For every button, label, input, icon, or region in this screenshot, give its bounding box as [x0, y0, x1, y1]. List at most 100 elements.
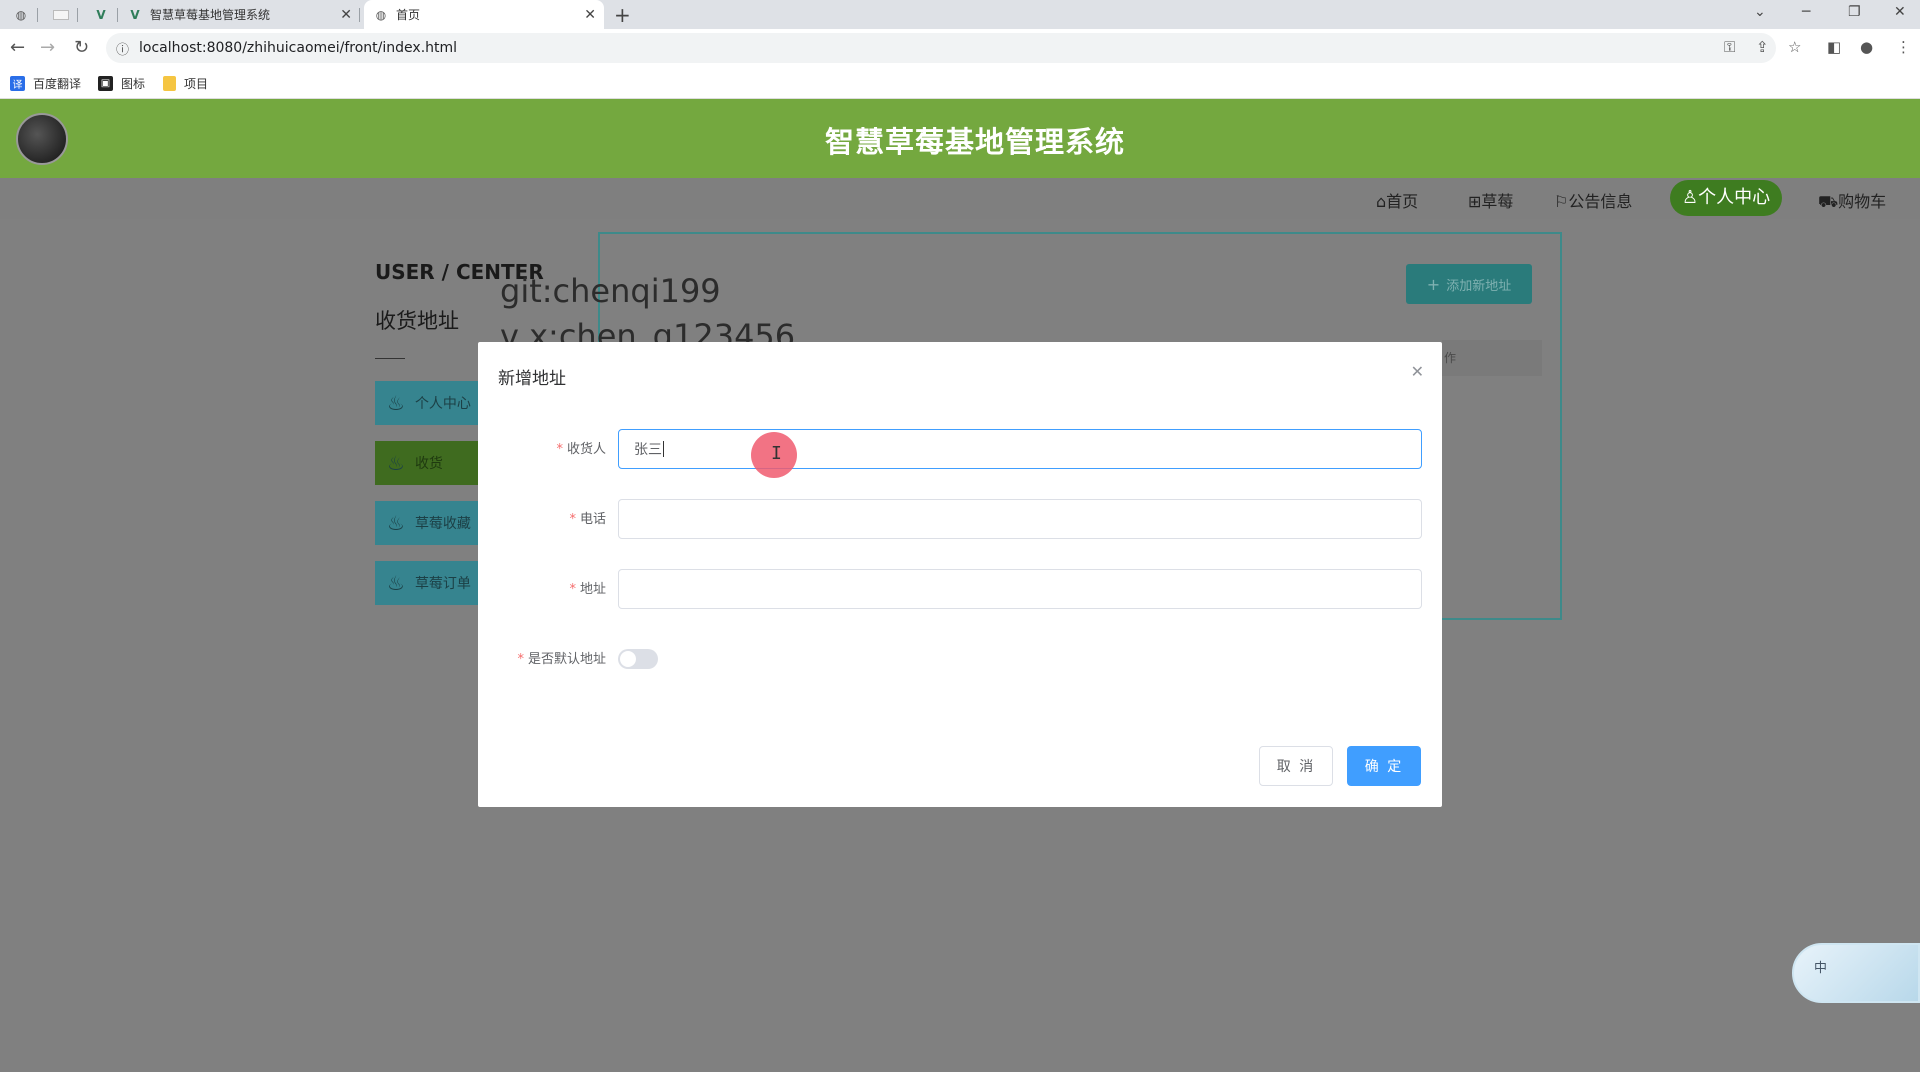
close-window-icon[interactable]: ✕ — [1894, 4, 1906, 20]
sidebar-label: 个人中心 — [414, 396, 471, 412]
pinned-tab[interactable] — [44, 0, 78, 29]
info-icon[interactable]: ⓘ — [116, 39, 129, 58]
sidebar-label: 收货 — [414, 456, 443, 472]
close-icon[interactable]: ✕ — [1411, 362, 1424, 381]
bookmark-label: 图标 — [121, 77, 146, 91]
browser-tab-active[interactable]: ◍ 首页 ✕ — [364, 0, 604, 29]
add-address-button[interactable]: + 添加新地址 — [1406, 264, 1532, 304]
pinned-tab[interactable]: V — [84, 0, 118, 29]
nav-strawberry[interactable]: ⊞草莓 — [1468, 188, 1513, 212]
consignee-input[interactable]: 张三 — [618, 429, 1422, 469]
site-title: 智慧草莓基地管理系统 — [824, 125, 1125, 159]
ime-label: 中 — [1814, 961, 1828, 976]
add-address-label: 添加新地址 — [1446, 278, 1512, 294]
address-label-text: 地址 — [579, 582, 606, 597]
flag-icon: ⚐ — [1554, 192, 1569, 211]
consignee-label-text: 收货人 — [566, 442, 606, 457]
tab-label: 首页 — [396, 8, 421, 22]
confirm-button[interactable]: 确 定 — [1347, 746, 1421, 786]
address-input[interactable] — [618, 569, 1422, 609]
required-mark: * — [517, 652, 524, 667]
bookmarks-bar: 译 百度翻译 ▣ 图标 项目 — [0, 67, 1920, 99]
text-cursor-icon: I — [771, 443, 782, 464]
bookmark-item[interactable]: 项目 — [163, 75, 208, 92]
bookmark-label: 项目 — [184, 77, 209, 91]
divider — [375, 358, 405, 359]
table-header-operation: 作 — [1442, 340, 1542, 376]
nav-user-center[interactable]: ♙个人中心 — [1670, 180, 1783, 216]
watermark-line: git:chenqi199 — [500, 272, 721, 310]
new-tab-icon[interactable]: + — [614, 3, 631, 27]
pinned-tab[interactable]: ◍ — [4, 0, 38, 29]
translate-icon: 译 — [10, 76, 25, 91]
globe-icon: ◍ — [375, 7, 387, 22]
profile-icon[interactable]: ● — [1860, 38, 1873, 56]
tab-label: 智慧草莓基地管理系统 — [150, 8, 271, 22]
site-nav: ⌂首页 ⊞草莓 ⚐公告信息 ♙个人中心 ⛟购物车 — [0, 178, 1920, 219]
url-text: localhost:8080/zhihuicaomei/front/index.… — [139, 40, 458, 56]
nav-cart[interactable]: ⛟购物车 — [1818, 188, 1886, 213]
reload-icon[interactable]: ↻ — [74, 37, 89, 58]
phone-label-text: 电话 — [579, 512, 606, 527]
nav-label: 个人中心 — [1698, 187, 1771, 208]
nav-notice[interactable]: ⚐公告信息 — [1554, 188, 1632, 212]
minimize-icon[interactable]: ─ — [1802, 4, 1810, 20]
dialog-title: 新增地址 — [498, 369, 566, 389]
phone-label: * 电话 — [569, 508, 606, 527]
tab-search-icon[interactable]: ⌄ — [1754, 4, 1766, 20]
address-bar: ← → ↻ ⓘ localhost:8080/zhihuicaomei/fron… — [0, 29, 1920, 67]
sidebar-label: 草莓收藏 — [414, 516, 471, 532]
plus-icon: + — [1426, 274, 1441, 294]
star-icon[interactable]: ☆ — [1788, 38, 1801, 56]
nav-home[interactable]: ⌂首页 — [1376, 188, 1418, 212]
side-panel-icon[interactable]: ◧ — [1827, 38, 1841, 56]
add-address-dialog: 新增地址 ✕ * 收货人 张三 * 电话 * 地址 * 是否默认地址 取 消 确 定 — [478, 342, 1442, 807]
browser-tab-bar: ◍ V V 智慧草莓基地管理系统 ✕ ◍ 首页 ✕ + ⌄ ─ ❐ ✕ — [0, 0, 1920, 29]
sidebar-label: 草莓订单 — [414, 576, 471, 592]
text-caret — [663, 441, 664, 457]
bookmark-label: 百度翻译 — [33, 77, 82, 91]
required-mark: * — [569, 512, 576, 527]
cart-icon: ⛟ — [1818, 192, 1839, 211]
menu-icon[interactable]: ⋮ — [1896, 38, 1911, 56]
phone-input[interactable] — [618, 499, 1422, 539]
nav-label: 公告信息 — [1568, 192, 1633, 211]
site-header: 智慧草莓基地管理系统 — [0, 99, 1920, 178]
bookmark-item[interactable]: 译 百度翻译 — [10, 75, 81, 92]
page-icon — [53, 9, 69, 20]
url-field[interactable]: ⓘ localhost:8080/zhihuicaomei/front/inde… — [106, 33, 1776, 63]
bookmark-item[interactable]: ▣ 图标 — [98, 75, 145, 92]
browser-tab[interactable]: V 智慧草莓基地管理系统 ✕ — [128, 0, 360, 29]
image-icon: ▣ — [98, 76, 113, 91]
switch-knob — [620, 651, 636, 667]
nav-label: 首页 — [1386, 192, 1419, 211]
back-icon[interactable]: ← — [10, 37, 25, 58]
forward-icon[interactable]: → — [40, 37, 55, 58]
user-icon: ♙ — [1682, 187, 1699, 208]
vue-icon: V — [130, 7, 140, 22]
cancel-button[interactable]: 取 消 — [1259, 746, 1333, 786]
flame-icon: ♨ — [387, 391, 405, 415]
flame-icon: ♨ — [387, 571, 405, 595]
consignee-value: 张三 — [634, 442, 662, 458]
user-center-subtitle: 收货地址 — [375, 309, 459, 333]
consignee-label: * 收货人 — [556, 438, 606, 457]
nav-label: 草莓 — [1481, 192, 1514, 211]
default-address-label-text: 是否默认地址 — [527, 652, 606, 667]
address-label: * 地址 — [569, 578, 606, 597]
close-tab-icon[interactable]: ✕ — [340, 7, 352, 23]
flame-icon: ♨ — [387, 451, 405, 475]
nav-label: 购物车 — [1838, 192, 1887, 211]
close-tab-icon[interactable]: ✕ — [584, 7, 596, 23]
vue-icon: V — [96, 7, 106, 22]
restore-icon[interactable]: ❐ — [1848, 4, 1861, 20]
share-icon[interactable]: ⇪ — [1756, 38, 1769, 56]
required-mark: * — [569, 582, 576, 597]
globe-icon: ◍ — [15, 7, 27, 22]
required-mark: * — [556, 442, 563, 457]
default-address-switch[interactable] — [618, 649, 658, 669]
ime-widget[interactable]: 中 — [1792, 943, 1920, 1003]
folder-icon — [163, 76, 176, 91]
flame-icon: ♨ — [387, 511, 405, 535]
key-icon[interactable]: ⚿ — [1724, 38, 1735, 56]
